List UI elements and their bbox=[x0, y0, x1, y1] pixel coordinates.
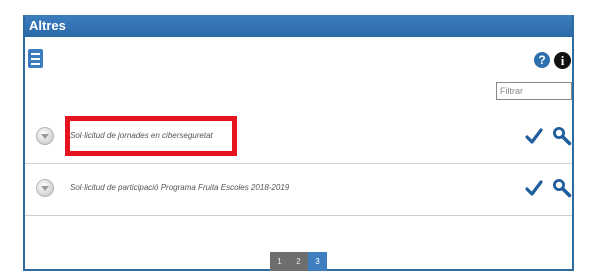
page-2-button[interactable]: 2 bbox=[289, 252, 308, 271]
search-icon[interactable] bbox=[552, 178, 572, 198]
menu-icon[interactable] bbox=[28, 49, 43, 68]
filter-input[interactable] bbox=[496, 82, 572, 100]
page-3-button[interactable]: 3 bbox=[308, 252, 327, 271]
page-1-button[interactable]: 1 bbox=[270, 252, 289, 271]
menu-bar bbox=[31, 52, 40, 55]
highlight-box bbox=[65, 116, 237, 156]
altres-panel: Altres ? i Sol·licitud de jornades en ci… bbox=[23, 15, 574, 271]
info-icon[interactable]: i bbox=[554, 52, 571, 69]
help-icon[interactable]: ? bbox=[534, 52, 550, 68]
list-item-label[interactable]: Sol·licitud de participació Programa Fru… bbox=[70, 183, 289, 192]
menu-bar bbox=[31, 57, 40, 60]
expand-circle-icon[interactable] bbox=[36, 179, 54, 197]
list-item: Sol·licitud de participació Programa Fru… bbox=[25, 163, 572, 216]
checkmark-icon[interactable] bbox=[525, 127, 543, 145]
expand-circle-icon[interactable] bbox=[36, 127, 54, 145]
pagination: 1 2 3 bbox=[270, 252, 327, 271]
panel-title: Altres bbox=[25, 15, 572, 37]
menu-bar bbox=[31, 62, 40, 65]
checkmark-icon[interactable] bbox=[525, 179, 543, 197]
search-icon[interactable] bbox=[552, 126, 572, 146]
